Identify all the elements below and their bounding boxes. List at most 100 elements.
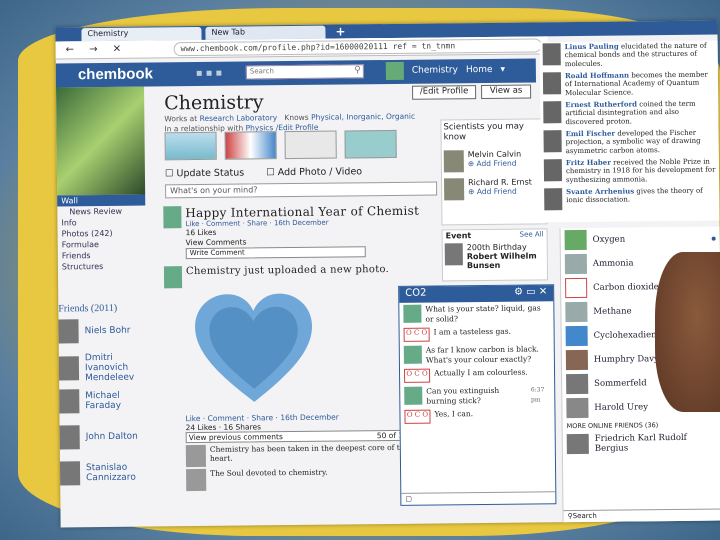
suggestion-avatar[interactable] (444, 178, 465, 201)
account-menu-icon[interactable]: ▾ (500, 65, 505, 75)
chat-message-text: Can you extinguish burning stick? (426, 385, 500, 406)
friend-name[interactable]: John Dalton (86, 432, 138, 443)
works-at-link[interactable]: Research Laboratory (200, 113, 278, 123)
news-name[interactable]: Fritz Haber (566, 158, 611, 167)
news-name[interactable]: Ernest Rutherford (565, 99, 637, 109)
chat-message-text: Actually I am colourless. (433, 367, 528, 378)
online-friend-name: Ammonia (592, 258, 634, 269)
friend-item[interactable]: Michael Faraday (59, 388, 155, 414)
news-item[interactable]: Ernest Rutherford coined the term artifi… (540, 99, 718, 130)
online-search-label: Search (572, 511, 597, 521)
add-friend-label: Add Friend (476, 186, 517, 197)
online-friend[interactable]: Oxygen (561, 227, 720, 253)
friend-name[interactable]: Dmitri Ivanovich Mendeleev (85, 352, 155, 383)
news-avatar (542, 43, 561, 66)
status-input[interactable]: What's on your mind? (165, 181, 438, 199)
news-item[interactable]: Svante Arrhenius gives the theory of ion… (541, 186, 719, 217)
photo-thumb[interactable] (284, 130, 337, 160)
tab-chemistry[interactable]: Chemistry (81, 26, 202, 42)
post-2: Chemistry just uploaded a new photo. (163, 264, 436, 289)
tab-new[interactable]: New Tab (205, 25, 326, 40)
photo-thumb[interactable] (224, 131, 277, 160)
news-item[interactable]: Fritz Haber received the Noble Prize in … (541, 157, 719, 188)
chat-message: O C OI am a tasteless gas. (400, 324, 554, 344)
co2-molecule-icon: O C O (403, 368, 431, 383)
write-comment-input[interactable]: Write Comment (185, 246, 366, 260)
knows-link[interactable]: Physical, Inorganic, Organic (311, 112, 415, 122)
knows-label: Knows (284, 112, 309, 123)
friend-name[interactable]: Michael Faraday (85, 390, 155, 411)
add-friend-button[interactable]: ⊕ Add Friend (468, 186, 532, 197)
see-all-link[interactable]: See All (520, 230, 544, 239)
news-avatar (543, 101, 562, 124)
suggestion-avatar[interactable] (443, 150, 464, 173)
online-dot-icon (711, 236, 716, 241)
friend-name[interactable]: Niels Bohr (85, 326, 131, 336)
news-avatar (543, 159, 563, 182)
chat-input[interactable]: ▢ (401, 491, 556, 505)
notification-icons[interactable]: ▪▪▪ (196, 68, 225, 79)
update-status-label: Update Status (176, 167, 245, 180)
add-friend-button[interactable]: ⊕ Add Friend (468, 159, 521, 169)
suggestion-name[interactable]: Richard R. Ernst (468, 177, 532, 187)
avatar (566, 397, 589, 419)
site-logo[interactable]: chembook (78, 65, 153, 83)
view-as-button[interactable]: View as (481, 84, 532, 100)
header-avatar[interactable] (385, 61, 404, 81)
online-friend[interactable]: Friedrich Karl Rudolf Bergius (563, 431, 720, 457)
suggestion: Melvin Calvin ⊕ Add Friend (443, 149, 544, 173)
add-photo-label: Add Photo / Video (277, 166, 363, 179)
friend-item[interactable]: Stanislao Cannizzaro (59, 460, 156, 486)
search-placeholder: Search (249, 67, 274, 76)
friend-item[interactable]: John Dalton (59, 424, 156, 450)
online-friend-name: Cyclohexadiene (593, 330, 662, 341)
comments-section: Like · Comment · Share · 16th December 2… (185, 412, 416, 492)
post-avatar[interactable] (163, 266, 183, 289)
news-name[interactable]: Linus Pauling (565, 42, 619, 52)
view-previous-comments-link[interactable]: View previous comments (189, 432, 283, 442)
chat-message: What is your state? liquid, gas or solid… (399, 301, 553, 326)
news-name[interactable]: Svante Arrhenius (566, 186, 634, 196)
nav-wall[interactable]: Wall (57, 194, 146, 207)
edit-profile-button[interactable]: /Edit Profile (412, 85, 477, 100)
add-friend-label: Add Friend (476, 158, 517, 169)
photo-thumb[interactable] (164, 131, 217, 161)
nav-buttons[interactable]: ← → ✕ (66, 44, 128, 56)
chat-controls[interactable]: ⚙ ▭ ✕ (514, 286, 547, 300)
friend-item[interactable]: Niels Bohr (58, 318, 154, 344)
news-name[interactable]: Roald Hoffmann (565, 70, 629, 80)
friend-name[interactable]: Stanislao Cannizzaro (86, 462, 156, 483)
comment-avatar[interactable] (186, 468, 207, 492)
online-friend-name: Methane (593, 306, 632, 317)
chat-message: O C O Yes, I can. (400, 406, 554, 426)
news-item[interactable]: Emil Fischer developed the Fischer proje… (540, 128, 718, 159)
search-input[interactable]: Search ⚲ (245, 64, 364, 80)
friends-title[interactable]: Friends (2011) (58, 303, 117, 315)
event-who[interactable]: Robert Wilhelm Bunsen (467, 251, 545, 270)
heart-word-cloud-image[interactable] (188, 287, 319, 418)
news-name[interactable]: Emil Fischer (565, 129, 615, 139)
online-search-input[interactable]: ⚲Search (563, 508, 720, 523)
event-avatar[interactable] (444, 243, 463, 266)
search-icon[interactable]: ⚲ (354, 65, 361, 75)
home-link[interactable]: Home (466, 65, 493, 75)
photo-thumb[interactable] (344, 129, 397, 159)
friend-item[interactable]: Dmitri Ivanovich Mendeleev (58, 352, 155, 383)
comment-avatar[interactable] (185, 444, 207, 468)
post-avatar[interactable] (163, 206, 182, 229)
news-avatar (544, 188, 563, 211)
chat-message-text: What is your state? liquid, gas or solid… (425, 303, 541, 324)
news-item[interactable]: Roald Hoffmann becomes the member of Int… (540, 70, 718, 101)
header-user-name[interactable]: Chemistry (412, 65, 458, 75)
event-panel: Event See All 200th Birthday Robert Wilhel… (441, 228, 549, 282)
scientists-panel: Scientists you may know Melvin Calvin ⊕ A… (440, 118, 548, 226)
update-status-button[interactable]: ☐ Update Status (165, 168, 244, 180)
nav-structures[interactable]: Structures (58, 260, 154, 272)
comment: The Soul devoted to chemistry. (186, 467, 416, 492)
news-item[interactable]: Linus Pauling elucidated the nature of c… (540, 41, 718, 72)
oxygen-icon (564, 229, 587, 251)
add-photo-button[interactable]: ☐ Add Photo / Video (266, 166, 362, 178)
new-tab-icon[interactable]: + (335, 24, 345, 38)
url-field[interactable]: www.chembook.com/profile.php?id=16000020… (173, 38, 542, 57)
chat-title[interactable]: CO2 (405, 288, 426, 302)
